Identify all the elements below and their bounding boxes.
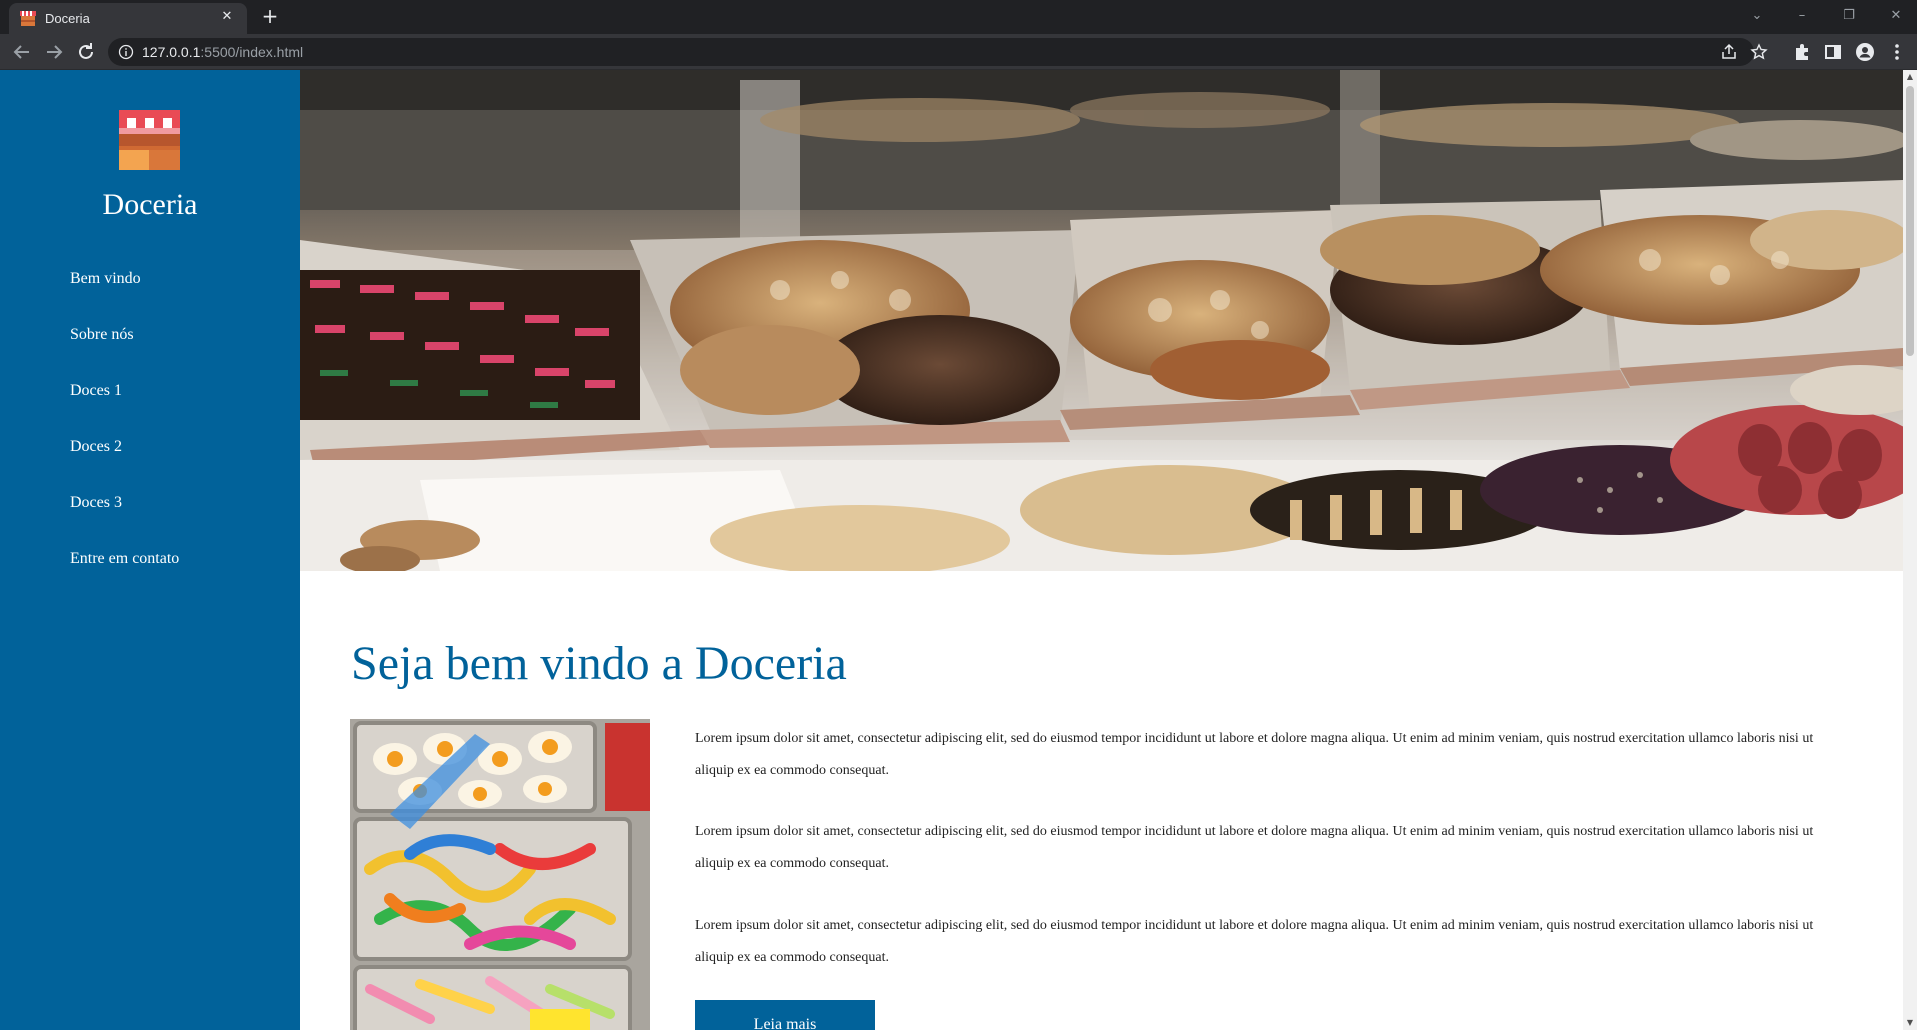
- sidebar-link-doces-3[interactable]: Doces 3: [70, 494, 122, 511]
- page-scrollbar[interactable]: ▲ ▼: [1903, 70, 1917, 1030]
- store-favicon: [20, 11, 36, 26]
- page-title: Seja bem vindo a Doceria: [351, 637, 847, 690]
- sidebar-item-contato: Entre em contato: [70, 550, 179, 606]
- forward-arrow-icon[interactable]: [42, 40, 66, 64]
- sidebar-menu: Bem vindo Sobre nós Doces 1 Doces 2 Doce…: [70, 270, 179, 606]
- restore-icon[interactable]: ❐: [1837, 4, 1861, 28]
- paragraph-1: Lorem ipsum dolor sit amet, consectetur …: [695, 731, 1814, 778]
- minimize-icon[interactable]: –: [1790, 4, 1814, 28]
- sidebar-item-doces-3: Doces 3: [70, 494, 179, 550]
- sidebar-item-sobre-nos: Sobre nós: [70, 326, 179, 382]
- kebab-menu-icon[interactable]: [1887, 42, 1907, 62]
- browser-toolbar: 127.0.0.1:5500/index.html: [0, 34, 1917, 70]
- sidebar: Doceria Bem vindo Sobre nós Doces 1 Doce…: [0, 70, 300, 1030]
- share-icon[interactable]: [1720, 43, 1738, 61]
- store-logo-icon: [119, 110, 180, 170]
- info-icon[interactable]: [118, 44, 134, 60]
- sidebar-link-doces-1[interactable]: Doces 1: [70, 382, 122, 399]
- sidebar-item-doces-2: Doces 2: [70, 438, 179, 494]
- profile-icon[interactable]: [1855, 42, 1875, 62]
- scroll-down-icon[interactable]: ▼: [1903, 1016, 1917, 1030]
- address-bar[interactable]: 127.0.0.1:5500/index.html: [108, 38, 1768, 66]
- hero-image: [300, 70, 1903, 571]
- bakery-display-illustration: [300, 70, 1903, 571]
- back-arrow-icon[interactable]: [10, 40, 34, 64]
- star-icon[interactable]: [1750, 43, 1768, 61]
- sidebar-link-doces-2[interactable]: Doces 2: [70, 438, 122, 455]
- gummy-candy-bins-illustration: [350, 719, 650, 1030]
- sidebar-link-sobre-nos[interactable]: Sobre nós: [70, 326, 134, 343]
- close-icon[interactable]: ✕: [219, 9, 235, 25]
- plus-icon[interactable]: +: [258, 4, 282, 28]
- reload-icon[interactable]: [74, 40, 98, 64]
- read-more-button[interactable]: Leia mais: [695, 1000, 875, 1030]
- sidebar-link-contato[interactable]: Entre em contato: [70, 550, 179, 567]
- sidebar-item-doces-1: Doces 1: [70, 382, 179, 438]
- url-path: :5500/index.html: [200, 44, 304, 60]
- sidebar-link-bem-vindo[interactable]: Bem vindo: [70, 270, 141, 287]
- paragraph-2: Lorem ipsum dolor sit amet, consectetur …: [695, 824, 1814, 871]
- brand-name: Doceria: [102, 188, 198, 221]
- side-panel-icon[interactable]: [1823, 42, 1843, 62]
- tab-title: Doceria: [45, 11, 90, 26]
- puzzle-icon[interactable]: [1792, 42, 1812, 62]
- sidebar-item-bem-vindo: Bem vindo: [70, 270, 179, 326]
- browser-tab[interactable]: Doceria ✕: [9, 3, 247, 34]
- browser-tab-strip: Doceria ✕ + ⌄ – ❐ ✕: [0, 0, 1917, 34]
- scroll-up-icon[interactable]: ▲: [1903, 70, 1917, 84]
- window-close-icon[interactable]: ✕: [1884, 4, 1908, 28]
- url-text: 127.0.0.1:5500/index.html: [142, 44, 303, 60]
- candy-image: [350, 719, 650, 1030]
- paragraph-3: Lorem ipsum dolor sit amet, consectetur …: [695, 918, 1814, 965]
- page-viewport: Doceria Bem vindo Sobre nós Doces 1 Doce…: [0, 70, 1917, 1030]
- url-host: 127.0.0.1: [142, 44, 201, 60]
- scroll-thumb[interactable]: [1906, 86, 1914, 356]
- chevron-down-icon[interactable]: ⌄: [1745, 4, 1769, 28]
